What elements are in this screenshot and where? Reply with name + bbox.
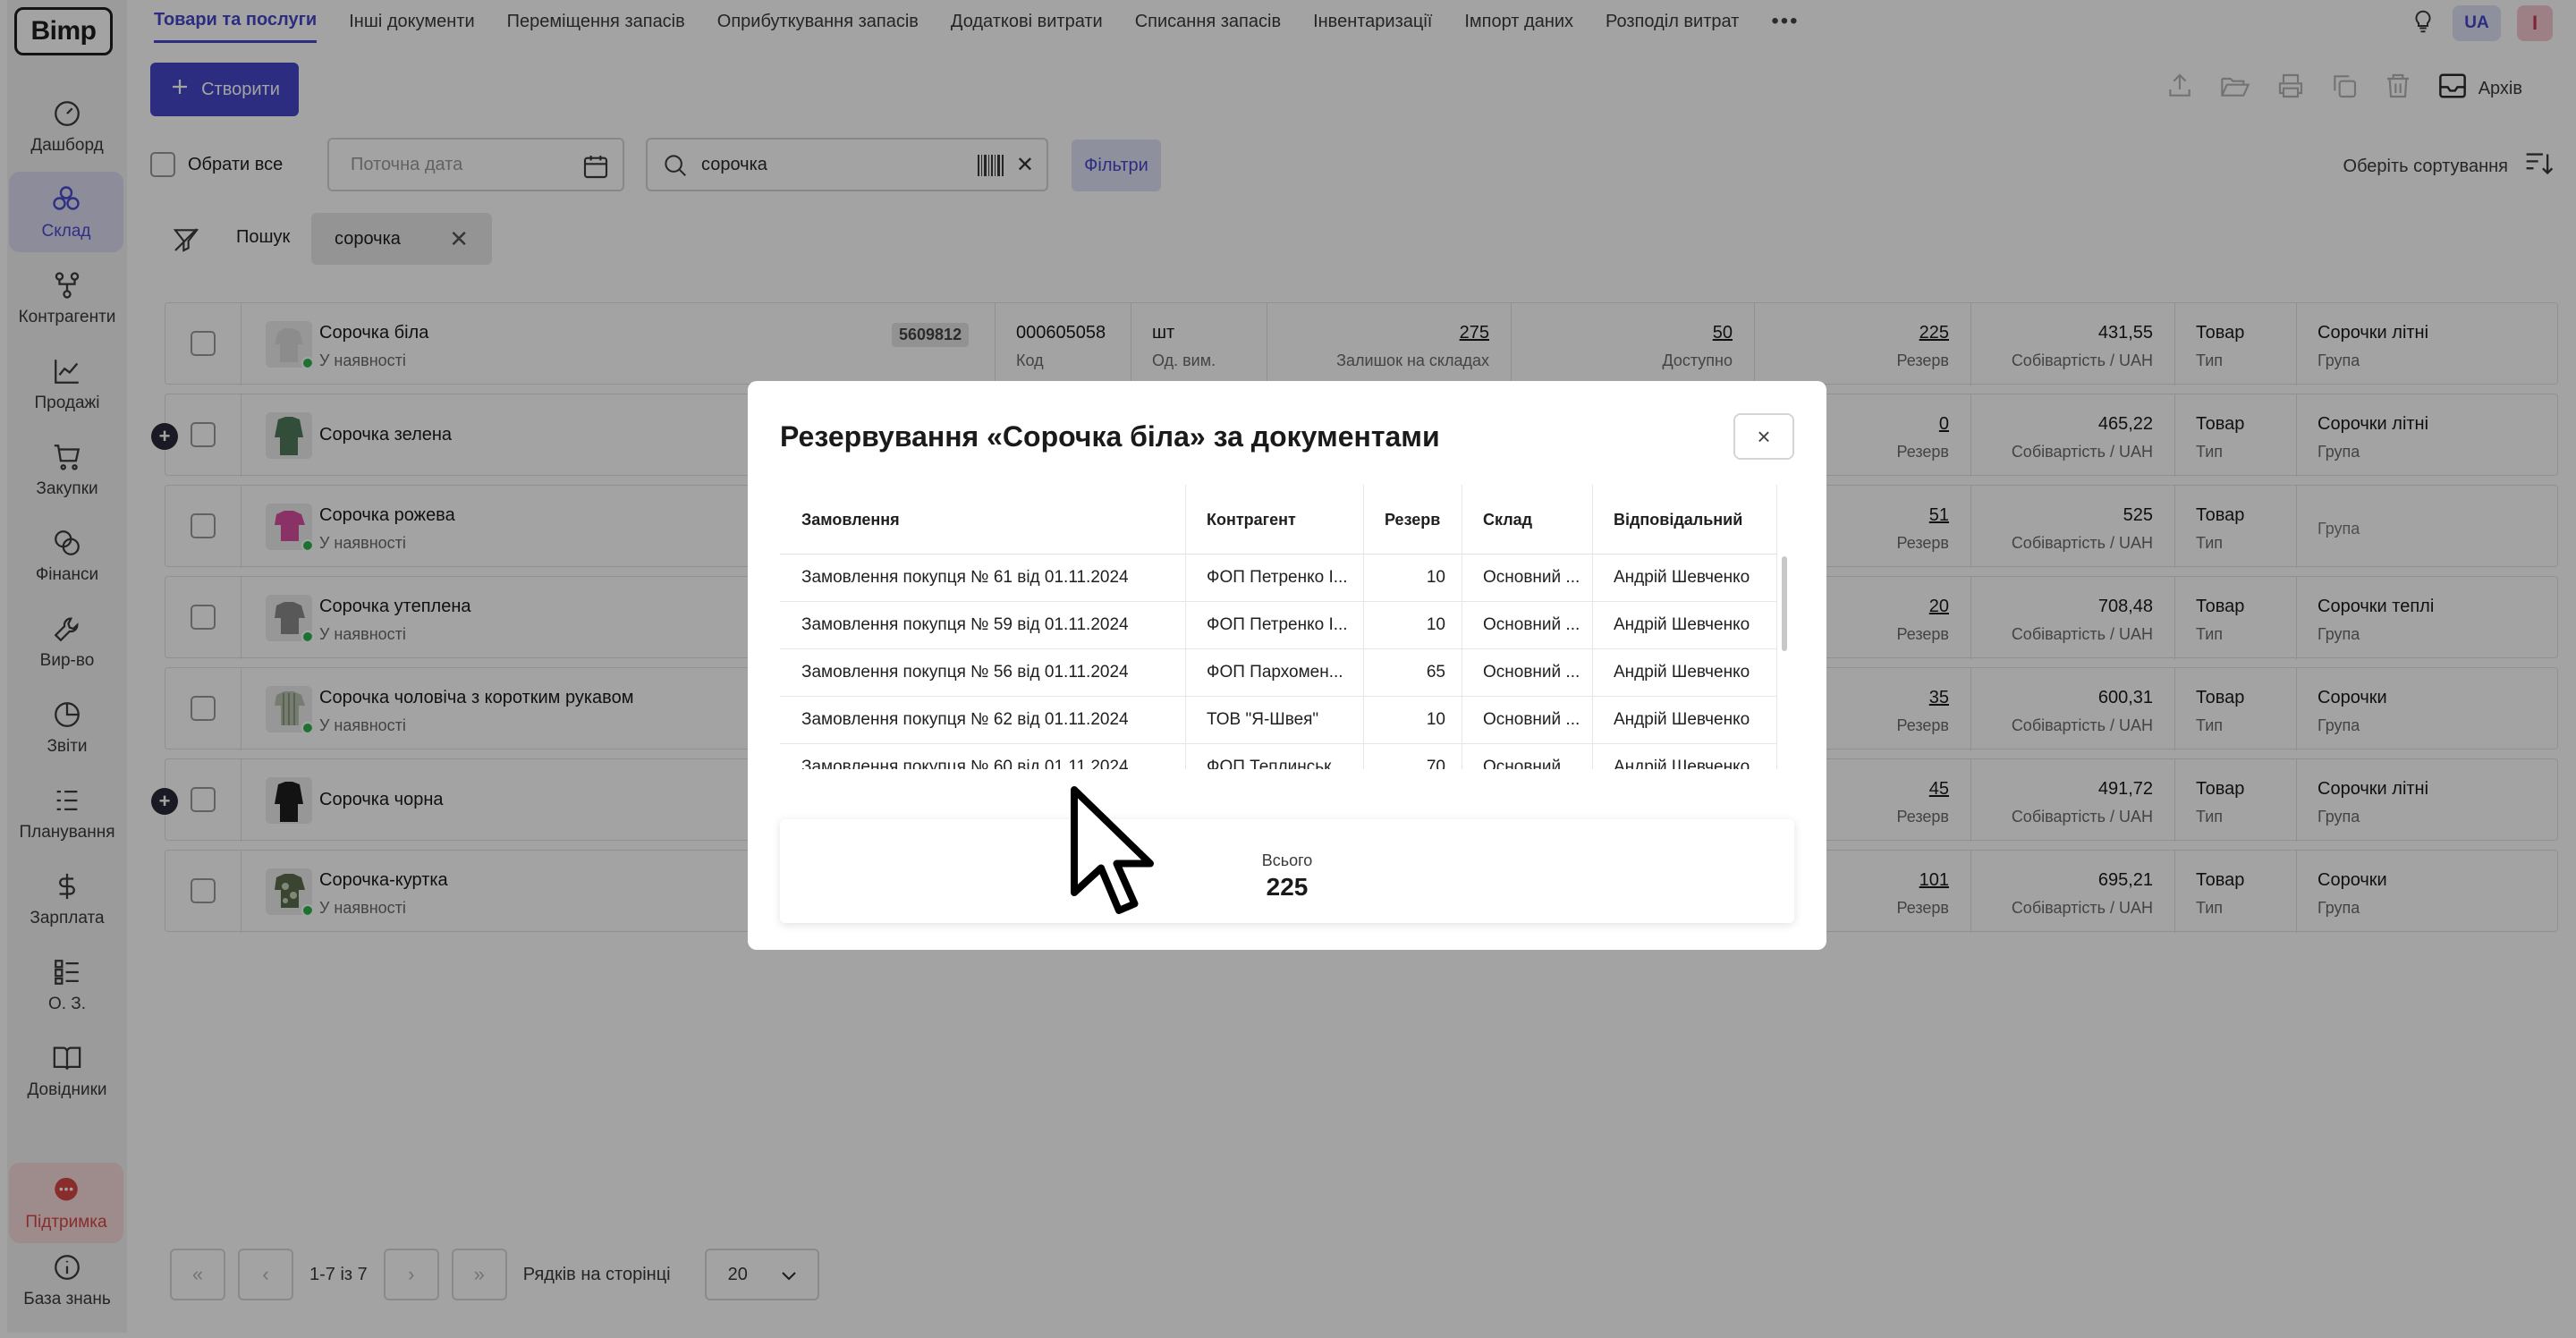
reservation-modal: Резервування «Сорочка біла» за документа… (748, 381, 1826, 950)
order-link[interactable]: Замовлення покупця № 62 від 01.11.2024 (801, 697, 1129, 743)
order-link[interactable]: Замовлення покупця № 59 від 01.11.2024 (801, 602, 1129, 648)
column-header-warehouse[interactable]: Склад (1483, 485, 1532, 555)
app-window: Bimp Дашборд Склад Контрагенти Продажі З… (0, 0, 2576, 1338)
column-header-reserve[interactable]: Резерв (1385, 485, 1440, 555)
total-label: Всього (1261, 851, 1313, 869)
close-modal-button[interactable]: × (1733, 413, 1794, 460)
order-link[interactable]: Замовлення покупця № 61 від 01.11.2024 (801, 555, 1129, 601)
reservation-table: Замовлення Контрагент Резерв Склад Відпо… (780, 485, 1791, 769)
column-header-counterparty[interactable]: Контрагент (1207, 485, 1296, 555)
total-panel: Всього 225 (780, 819, 1794, 923)
modal-title: Резервування «Сорочка біла» за документа… (780, 420, 1440, 453)
table-row[interactable]: Замовлення покупця № 60 від 01.11.2024 Ф… (780, 744, 1776, 769)
table-header: Замовлення Контрагент Резерв Склад Відпо… (780, 485, 1776, 555)
column-header-order[interactable]: Замовлення (801, 485, 900, 555)
table-row[interactable]: Замовлення покупця № 62 від 01.11.2024 Т… (780, 697, 1776, 744)
column-header-responsible[interactable]: Відповідальний (1614, 485, 1742, 555)
mouse-cursor-icon (1071, 786, 1154, 914)
table-row[interactable]: Замовлення покупця № 59 від 01.11.2024 Ф… (780, 602, 1776, 649)
table-scrollbar[interactable] (1782, 556, 1787, 651)
table-row[interactable]: Замовлення покупця № 56 від 01.11.2024 Ф… (780, 649, 1776, 697)
total-value: 225 (1266, 873, 1309, 901)
order-link[interactable]: Замовлення покупця № 56 від 01.11.2024 (801, 649, 1129, 696)
order-link[interactable]: Замовлення покупця № 60 від 01.11.2024 (801, 744, 1129, 769)
table-row[interactable]: Замовлення покупця № 61 від 01.11.2024 Ф… (780, 555, 1776, 602)
